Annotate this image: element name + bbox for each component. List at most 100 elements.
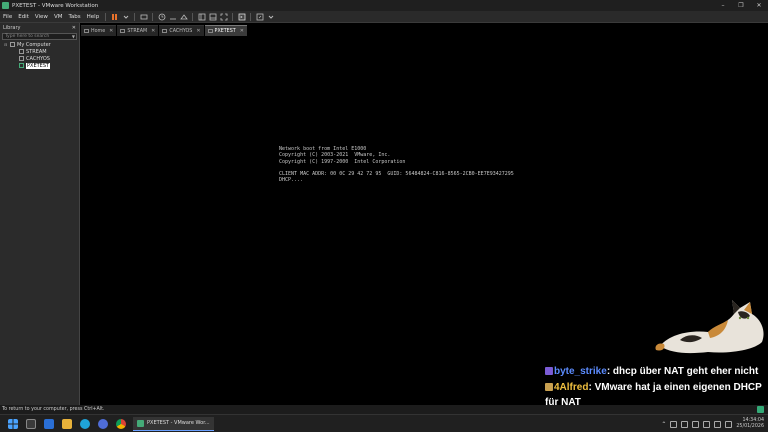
chevron-down-icon xyxy=(123,15,129,19)
menu-bar: File Edit View VM Tabs Help xyxy=(0,11,768,23)
taskbar: PXETEST - VMware Wor... ⌃ 14:34:04 25/01… xyxy=(0,414,768,432)
snapshot-manager-icon xyxy=(179,13,188,19)
close-tab-icon[interactable]: ✕ xyxy=(109,28,113,34)
vm-tab-bar: Home ✕ STREAM ✕ CACHYOS ✕ PXETEST ✕ xyxy=(81,24,248,36)
title-bar: PXETEST - VMware Workstation – ❐ ✕ xyxy=(0,0,768,11)
boot-output: Network boot from Intel E1000 Copyright (… xyxy=(279,146,514,184)
boot-line: CLIENT MAC ADDR: 00 0C 29 42 72 95 GUID:… xyxy=(279,171,514,178)
close-library-button[interactable]: ✕ xyxy=(72,25,76,31)
cat-image xyxy=(655,300,764,354)
computer-icon xyxy=(10,42,15,47)
terminal-icon xyxy=(238,13,246,20)
status-bar: To return to your computer, press Ctrl+A… xyxy=(0,405,768,414)
vm-icon xyxy=(162,29,168,33)
vmware-app-icon xyxy=(2,2,9,9)
vm-status-icon[interactable] xyxy=(757,406,764,413)
windows-start-icon[interactable] xyxy=(8,418,18,429)
status-text: To return to your computer, press Ctrl+A… xyxy=(2,407,105,412)
tab-pxetest[interactable]: PXETEST ✕ xyxy=(204,25,247,36)
library-panel: Library ✕ Type here to search ▼ ⊟ My Com… xyxy=(0,23,80,405)
tree-item-stream[interactable]: STREAM xyxy=(0,48,79,55)
menu-view[interactable]: View xyxy=(32,14,51,20)
clock-icon xyxy=(158,13,166,20)
task-view-icon[interactable] xyxy=(26,418,36,429)
show-library-button[interactable] xyxy=(197,13,206,21)
taskbar-app-vmware[interactable]: PXETEST - VMware Wor... xyxy=(133,416,214,431)
console-view-button[interactable] xyxy=(237,13,246,21)
file-explorer-icon[interactable] xyxy=(62,418,72,429)
stretch-guest-button[interactable] xyxy=(255,13,264,21)
tree-item-pxetest[interactable]: PXETEST xyxy=(0,62,79,69)
chevron-down-icon xyxy=(268,15,274,19)
clock-date: 25/01/2026 xyxy=(736,424,764,429)
volume-icon[interactable] xyxy=(703,420,711,428)
maximize-button[interactable]: ❐ xyxy=(732,2,750,9)
system-tray: ⌃ 14:34:04 25/01/2026 xyxy=(661,415,764,432)
vm-running-icon xyxy=(19,63,24,68)
menu-vm[interactable]: VM xyxy=(51,14,66,20)
discord-icon[interactable] xyxy=(98,418,108,429)
tab-stream[interactable]: STREAM ✕ xyxy=(117,25,159,36)
tray-app-icon[interactable] xyxy=(692,420,700,428)
vm-icon xyxy=(19,49,24,54)
toolbar-separator xyxy=(105,12,107,21)
tab-home[interactable]: Home ✕ xyxy=(81,25,117,36)
stretch-dropdown-button[interactable] xyxy=(266,13,275,21)
chat-message: byte_strike: dhcp über NAT geht eher nic… xyxy=(545,364,767,380)
thumbnail-icon xyxy=(209,13,217,20)
keyboard-icon xyxy=(140,14,148,19)
chrome-icon[interactable] xyxy=(116,418,126,429)
menu-file[interactable]: File xyxy=(0,14,15,20)
tree-item-cachyos[interactable]: CACHYOS xyxy=(0,55,79,62)
chat-text: dhcp über NAT geht eher nicht xyxy=(612,366,759,377)
sidebar-icon xyxy=(198,13,206,20)
vm-icon xyxy=(120,29,126,33)
boot-line: DHCP.... xyxy=(279,177,304,184)
menu-help[interactable]: Help xyxy=(84,14,103,20)
keyboard-icon[interactable] xyxy=(725,420,733,428)
minimize-button[interactable]: – xyxy=(714,2,732,9)
window-title: PXETEST - VMware Workstation xyxy=(12,2,99,9)
power-dropdown-button[interactable] xyxy=(121,13,130,21)
pause-button[interactable] xyxy=(110,13,119,21)
stream-chat-overlay: byte_strike: dhcp über NAT geht eher nic… xyxy=(545,364,767,411)
chevron-up-icon[interactable]: ⌃ xyxy=(661,421,666,428)
vm-icon xyxy=(19,56,24,61)
store-icon[interactable] xyxy=(44,418,54,429)
ellipsis-icon xyxy=(169,18,176,19)
menu-tabs[interactable]: Tabs xyxy=(65,14,83,20)
tab-cachyos[interactable]: CACHYOS ✕ xyxy=(159,25,204,36)
tree-item-my-computer[interactable]: ⊟ My Computer xyxy=(0,41,79,48)
search-placeholder: Type here to search xyxy=(5,34,50,39)
tray-app-icon[interactable] xyxy=(681,420,689,428)
fullscreen-icon xyxy=(220,13,228,20)
collapse-icon[interactable]: ⊟ xyxy=(4,42,9,47)
close-tab-icon[interactable]: ✕ xyxy=(151,28,155,34)
chat-username: 4Alfred xyxy=(554,381,589,393)
library-title: Library xyxy=(3,24,21,31)
vm-icon xyxy=(207,29,213,33)
network-icon[interactable] xyxy=(714,420,722,428)
revert-snapshot-button[interactable] xyxy=(168,13,177,21)
full-screen-button[interactable] xyxy=(219,13,228,21)
vmware-icon xyxy=(137,419,144,427)
menu-edit[interactable]: Edit xyxy=(15,14,32,20)
chevron-down-icon[interactable]: ▼ xyxy=(72,34,75,39)
edge-browser-icon[interactable] xyxy=(80,418,90,429)
clock[interactable]: 14:34:04 25/01/2026 xyxy=(736,418,764,430)
pause-icon xyxy=(111,13,118,20)
home-icon xyxy=(84,29,89,33)
close-tab-icon[interactable]: ✕ xyxy=(240,28,244,34)
snapshot-manager-button[interactable] xyxy=(179,13,188,21)
snapshot-button[interactable] xyxy=(157,13,166,21)
library-search-input[interactable]: Type here to search ▼ xyxy=(2,33,77,40)
chat-username: byte_strike xyxy=(554,366,607,377)
user-badge-icon xyxy=(545,382,553,391)
send-ctrl-alt-del-button[interactable] xyxy=(139,13,148,21)
user-badge-icon xyxy=(545,367,553,375)
close-tab-icon[interactable]: ✕ xyxy=(196,28,200,34)
close-window-button[interactable]: ✕ xyxy=(750,2,768,9)
tray-app-icon[interactable] xyxy=(670,420,678,428)
stretch-icon xyxy=(256,13,264,20)
thumbnail-bar-button[interactable] xyxy=(208,13,217,21)
